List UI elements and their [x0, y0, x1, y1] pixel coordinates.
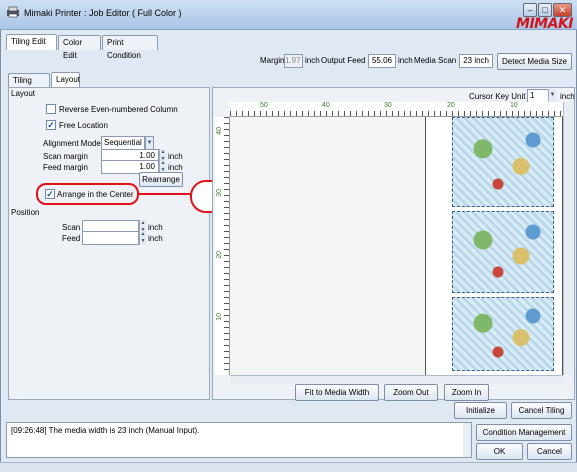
feed-margin-unit: inch: [168, 163, 183, 172]
close-button[interactable]: ✕: [553, 3, 572, 17]
free-location-checkbox[interactable]: ✓: [46, 120, 56, 130]
ruler-label: 40: [322, 102, 330, 109]
position-feed-unit: inch: [148, 234, 163, 243]
ruler-label: 40: [216, 127, 223, 135]
ruler-label: 30: [384, 102, 392, 109]
alignment-label: Alignment Mode: [43, 139, 101, 148]
media-scan-field[interactable]: 23 inch: [459, 54, 493, 68]
ruler-ticks: [230, 111, 563, 116]
ruler-label: 10: [510, 102, 518, 109]
arrange-center-label: Arrange in the Center: [57, 190, 134, 199]
tile-image[interactable]: [452, 117, 554, 207]
maximize-button[interactable]: □: [538, 3, 552, 17]
tab-color-edit[interactable]: Color Edit: [58, 35, 101, 60]
minimize-icon: –: [527, 5, 533, 15]
ruler-ticks: [224, 117, 229, 375]
output-feed-field[interactable]: 55.06: [368, 54, 396, 68]
brand-logo: MIMAKI: [516, 16, 573, 32]
tab-print-condition[interactable]: Print Condition: [102, 35, 158, 60]
zoom-out-button[interactable]: Zoom Out: [384, 384, 438, 401]
output-feed-unit: inch: [398, 56, 413, 65]
message-log: [09:26:48] The media width is 23 inch (M…: [6, 422, 472, 458]
horizontal-scrollbar[interactable]: [230, 375, 563, 384]
tab-tiling-edit[interactable]: Tiling Edit: [6, 34, 57, 50]
reverse-checkbox[interactable]: [46, 104, 56, 114]
feed-margin-label: Feed margin: [43, 163, 88, 172]
callout-pointer: [139, 193, 191, 195]
tab-tiling-setup[interactable]: Tiling Setup: [8, 73, 50, 98]
vertical-scrollbar[interactable]: [563, 102, 573, 375]
log-scrollbar[interactable]: [463, 423, 471, 457]
position-scan-label: Scan: [62, 223, 81, 232]
scan-margin-label: Scan margin: [43, 152, 88, 161]
position-feed-field[interactable]: [82, 231, 139, 245]
initialize-button[interactable]: Initialize: [454, 402, 507, 419]
chevron-down-icon[interactable]: ▼: [145, 136, 154, 150]
chevron-down-icon[interactable]: ▼: [548, 89, 556, 103]
margin-label: Margin: [260, 56, 285, 65]
condition-management-button[interactable]: Condition Management: [476, 424, 572, 441]
output-feed-label: Output Feed: [321, 56, 366, 65]
ruler-label: 10: [216, 313, 223, 321]
detect-media-size-button[interactable]: Detect Media Size: [497, 53, 572, 70]
maximize-icon: □: [542, 5, 548, 15]
alignment-select[interactable]: Sequential: [101, 136, 145, 150]
position-feed-label: Feed: [62, 234, 81, 243]
position-feed-spinner[interactable]: ▲ ▼: [139, 231, 146, 245]
free-location-label: Free Location: [59, 121, 108, 130]
cursor-key-label: Cursor Key Unit: [469, 92, 526, 101]
cursor-key-unit: inch: [560, 92, 575, 101]
window-title: Mimaki Printer : Job Editor ( Full Color…: [24, 8, 182, 18]
fit-to-media-width-button[interactable]: Fit to Media Width: [295, 384, 379, 401]
position-scan-unit: inch: [148, 223, 163, 232]
arrange-center-checkbox[interactable]: ✓: [45, 189, 55, 199]
ruler-label: 50: [260, 102, 268, 109]
minimize-button[interactable]: –: [523, 3, 537, 17]
ok-button[interactable]: OK: [476, 443, 523, 460]
ruler-label: 20: [216, 251, 223, 259]
margin-field: 1.97: [284, 54, 303, 68]
zoom-in-button[interactable]: Zoom In: [444, 384, 489, 401]
rearrange-button[interactable]: Rearrange: [139, 172, 183, 187]
layout-section-label: Layout: [11, 89, 36, 98]
tile-image[interactable]: [452, 297, 554, 371]
cancel-button[interactable]: Cancel: [527, 443, 572, 460]
printer-icon: [7, 6, 19, 18]
cancel-tiling-button[interactable]: Cancel Tiling: [511, 402, 572, 419]
close-icon: ✕: [558, 5, 567, 15]
reverse-label: Reverse Even-numbered Column: [59, 105, 178, 114]
tile-image[interactable]: [452, 211, 554, 293]
vertical-ruler: 40 30 20 10: [215, 117, 230, 375]
log-line: [09:26:48] The media width is 23 inch (M…: [11, 426, 200, 435]
horizontal-ruler: 50 40 30 20 10: [230, 102, 563, 117]
status-bar: [0, 462, 577, 472]
ruler-label: 30: [216, 189, 223, 197]
position-section-label: Position: [11, 208, 40, 217]
media-scan-label: Media Scan: [414, 56, 457, 65]
scan-margin-unit: inch: [168, 152, 183, 161]
ruler-label: 20: [447, 102, 455, 109]
tab-layout[interactable]: Layout: [51, 72, 80, 88]
margin-unit: inch: [305, 56, 320, 65]
